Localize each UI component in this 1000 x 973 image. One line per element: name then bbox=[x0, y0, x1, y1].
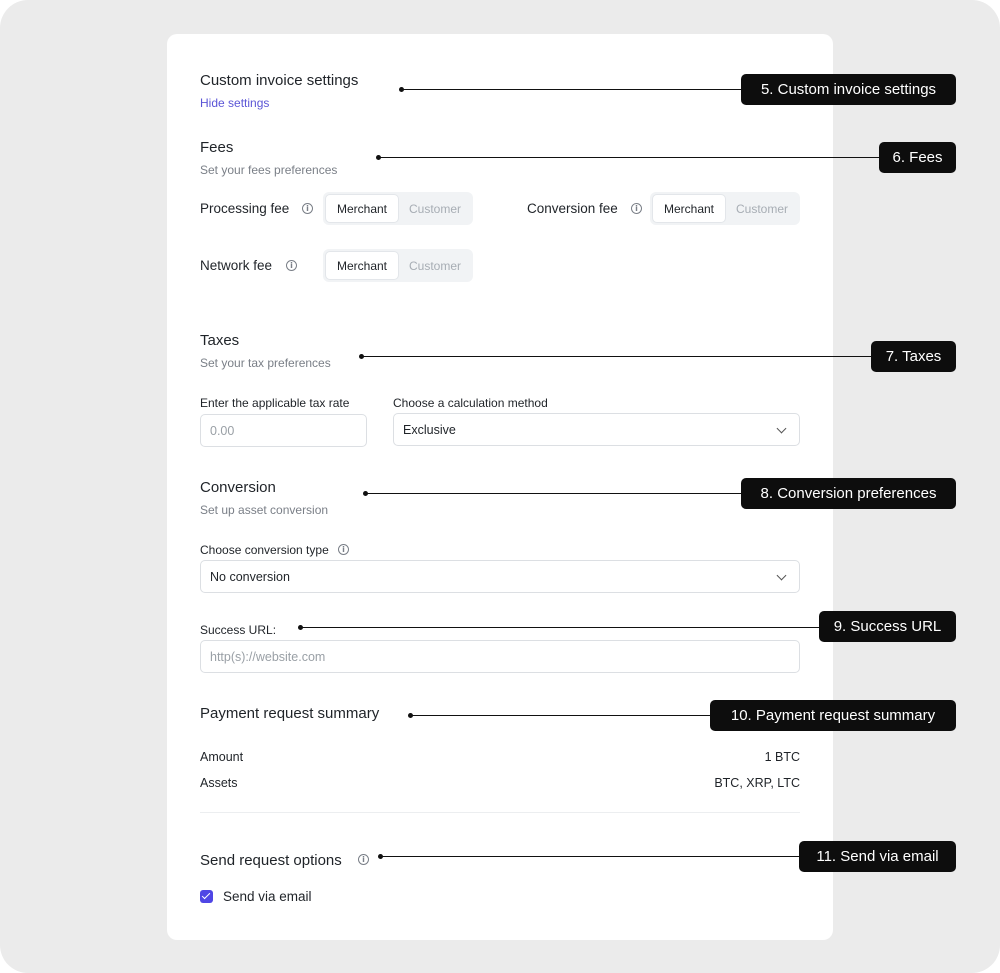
processing-fee-merchant-option[interactable]: Merchant bbox=[325, 194, 399, 223]
conversion-type-label: Choose conversion type bbox=[200, 543, 329, 557]
conversion-fee-toggle: Merchant Customer bbox=[650, 192, 800, 225]
network-fee-merchant-option[interactable]: Merchant bbox=[325, 251, 399, 280]
success-url-placeholder: http(s)://website.com bbox=[210, 649, 326, 664]
callout-success-url: 9. Success URL bbox=[819, 611, 956, 642]
conversion-fee-label: Conversion fee bbox=[527, 201, 618, 216]
tax-rate-label: Enter the applicable tax rate bbox=[200, 396, 350, 410]
connector-line bbox=[362, 356, 873, 358]
tax-rate-placeholder: 0.00 bbox=[210, 423, 235, 438]
send-via-email-checkbox[interactable] bbox=[200, 890, 213, 903]
info-icon[interactable]: i bbox=[302, 203, 313, 214]
connector-line bbox=[379, 157, 880, 159]
callout-payment-request-summary: 10. Payment request summary bbox=[710, 700, 956, 731]
fees-subtitle: Set your fees preferences bbox=[200, 163, 338, 177]
hide-settings-link[interactable]: Hide settings bbox=[200, 96, 269, 110]
send-options-title: Send request options bbox=[200, 852, 342, 869]
connector-line bbox=[381, 856, 801, 858]
chevron-down-icon bbox=[776, 423, 787, 434]
invoice-settings-title: Custom invoice settings bbox=[200, 72, 359, 89]
calculation-method-select[interactable]: Exclusive bbox=[393, 413, 800, 446]
summary-amount-label: Amount bbox=[200, 750, 244, 764]
success-url-input[interactable]: http(s)://website.com bbox=[200, 640, 800, 673]
taxes-subtitle: Set your tax preferences bbox=[200, 356, 331, 370]
network-fee-label: Network fee bbox=[200, 258, 273, 273]
tax-rate-input[interactable]: 0.00 bbox=[200, 414, 367, 447]
conversion-subtitle: Set up asset conversion bbox=[200, 503, 329, 517]
info-icon[interactable]: i bbox=[286, 260, 297, 271]
conversion-fee-customer-option[interactable]: Customer bbox=[726, 194, 798, 223]
info-icon[interactable]: i bbox=[338, 544, 349, 555]
processing-fee-toggle: Merchant Customer bbox=[323, 192, 473, 225]
callout-custom-invoice-settings: 5. Custom invoice settings bbox=[741, 74, 956, 105]
invoice-settings-card: Custom invoice settings Hide settings Fe… bbox=[167, 34, 833, 940]
conversion-type-select[interactable]: No conversion bbox=[200, 560, 800, 593]
summary-assets-label: Assets bbox=[200, 776, 238, 790]
send-via-email-label: Send via email bbox=[223, 889, 312, 904]
fees-title: Fees bbox=[200, 139, 234, 156]
conversion-fee-merchant-option[interactable]: Merchant bbox=[652, 194, 726, 223]
network-fee-toggle: Merchant Customer bbox=[323, 249, 473, 282]
callout-taxes: 7. Taxes bbox=[871, 341, 956, 372]
info-icon[interactable]: i bbox=[631, 203, 642, 214]
success-url-label: Success URL: bbox=[200, 623, 277, 637]
connector-line bbox=[402, 89, 742, 91]
taxes-title: Taxes bbox=[200, 332, 240, 349]
callout-conversion-preferences: 8. Conversion preferences bbox=[741, 478, 956, 509]
callout-fees: 6. Fees bbox=[879, 142, 956, 173]
connector-line bbox=[301, 627, 821, 629]
info-icon[interactable]: i bbox=[358, 854, 369, 865]
conversion-type-value: No conversion bbox=[210, 569, 290, 584]
chevron-down-icon bbox=[776, 570, 787, 581]
payment-summary-title: Payment request summary bbox=[200, 705, 380, 722]
conversion-title: Conversion bbox=[200, 479, 276, 496]
connector-line bbox=[366, 493, 743, 495]
calculation-method-label: Choose a calculation method bbox=[393, 396, 548, 410]
calculation-method-value: Exclusive bbox=[403, 422, 456, 437]
summary-divider bbox=[200, 812, 800, 813]
processing-fee-customer-option[interactable]: Customer bbox=[399, 194, 471, 223]
connector-line bbox=[411, 715, 712, 717]
summary-amount-value: 1 BTC bbox=[764, 750, 800, 764]
processing-fee-label: Processing fee bbox=[200, 201, 290, 216]
summary-assets-value: BTC, XRP, LTC bbox=[714, 776, 800, 790]
network-fee-customer-option[interactable]: Customer bbox=[399, 251, 471, 280]
callout-send-via-email: 11. Send via email bbox=[799, 841, 956, 872]
